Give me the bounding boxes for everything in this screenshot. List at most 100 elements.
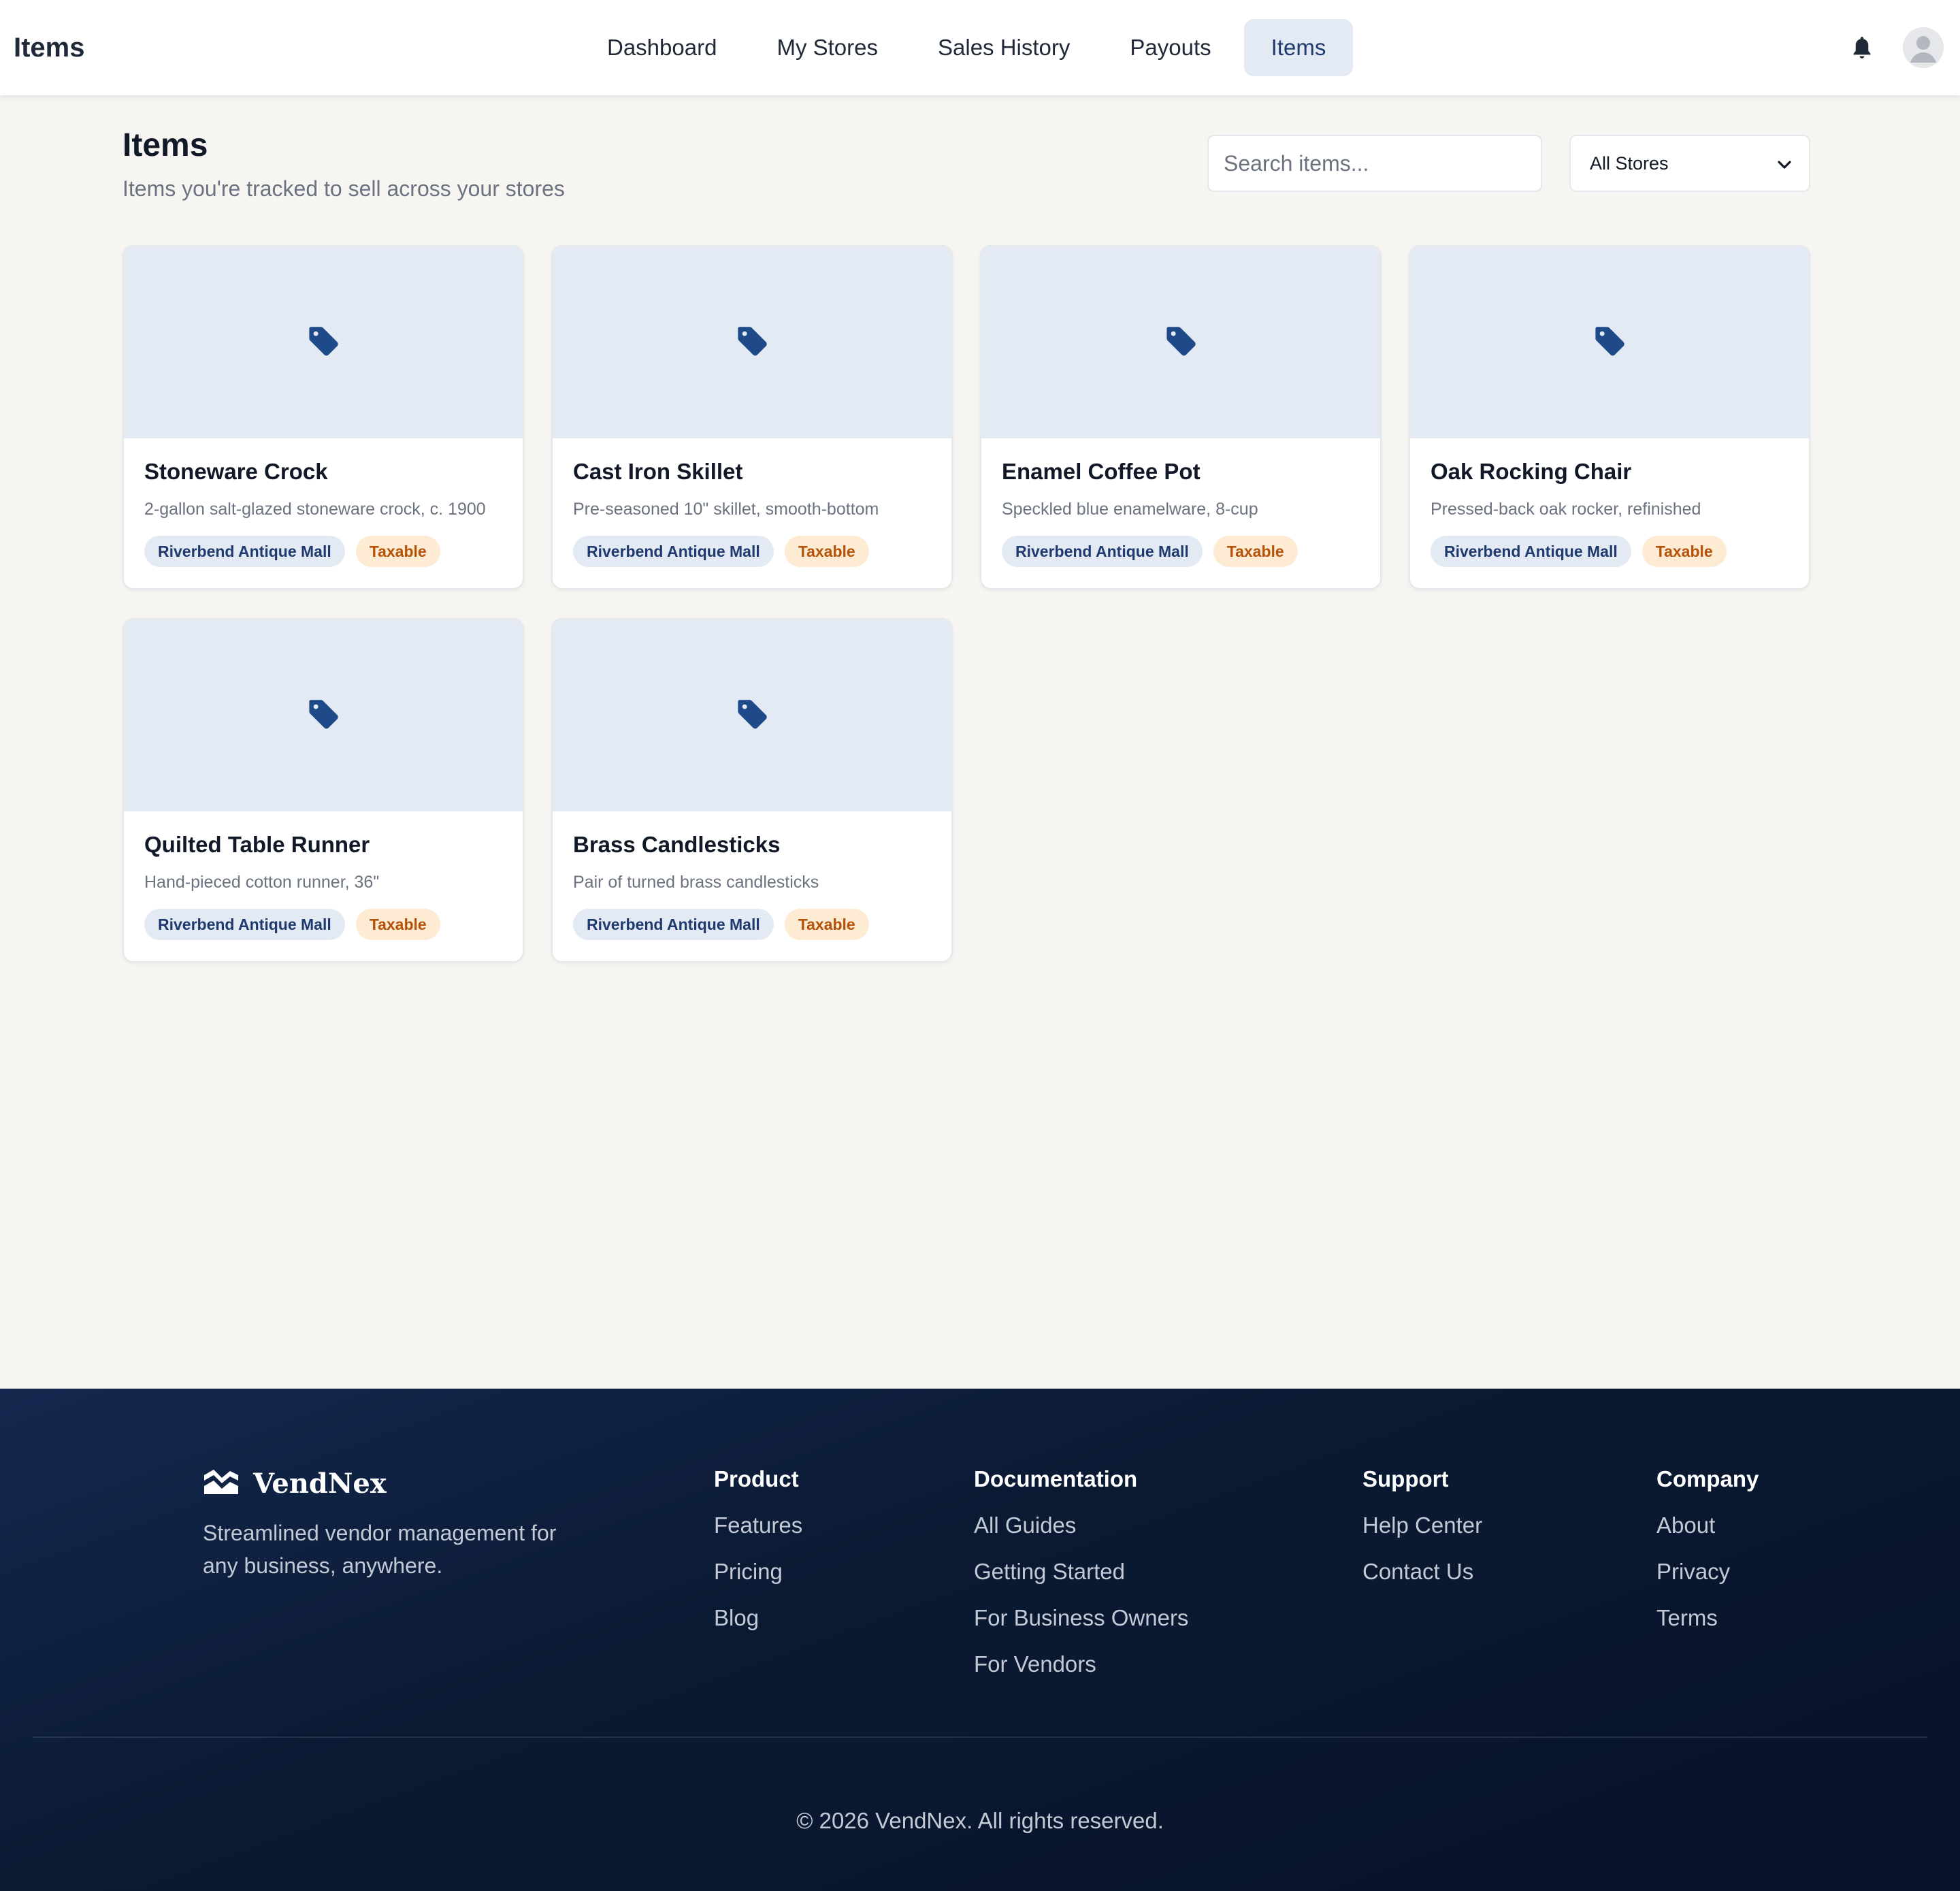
item-card-body: Cast Iron Skillet Pre-seasoned 10" skill… [553, 438, 951, 567]
price-tag-icon [306, 696, 341, 735]
item-tags: Riverbend Antique Mall Taxable [144, 909, 502, 940]
header-actions [1848, 0, 1944, 95]
price-tag-icon [1592, 323, 1627, 362]
price-tag-icon [1163, 323, 1198, 362]
site-footer: VendNex Streamlined vendor management fo… [0, 1389, 1960, 1891]
item-image-placeholder [124, 619, 523, 811]
item-card[interactable]: Oak Rocking Chair Pressed-back oak rocke… [1409, 245, 1810, 589]
item-description: Pressed-back oak rocker, refinished [1431, 500, 1701, 519]
item-description: Pair of turned brass candlesticks [573, 873, 819, 892]
footer-link-privacy[interactable]: Privacy [1656, 1559, 1759, 1585]
footer-column-title: Company [1656, 1466, 1759, 1491]
item-name: Stoneware Crock [144, 459, 328, 484]
nav-my-stores[interactable]: My Stores [749, 19, 905, 76]
footer-link-terms[interactable]: Terms [1656, 1605, 1759, 1631]
app-title: Items [14, 32, 85, 63]
taxable-badge: Taxable [355, 909, 440, 940]
taxable-badge: Taxable [355, 536, 440, 567]
item-image-placeholder [124, 246, 523, 438]
vendnex-logo-icon [203, 1468, 240, 1499]
item-image-placeholder [981, 246, 1380, 438]
footer-column-title: Product [714, 1466, 799, 1491]
item-name: Cast Iron Skillet [573, 459, 743, 484]
price-tag-icon [734, 323, 770, 362]
store-badge: Riverbend Antique Mall [573, 909, 774, 940]
footer-link-for-business-owners[interactable]: For Business Owners [974, 1605, 1188, 1631]
taxable-badge: Taxable [784, 536, 869, 567]
footer-divider [33, 1736, 1927, 1738]
search-input[interactable] [1207, 135, 1542, 192]
item-description: 2-gallon salt-glazed stoneware crock, c.… [144, 500, 486, 519]
store-filter-value: All Stores [1590, 152, 1669, 174]
footer-column-company: Company About Privacy Terms [1656, 1466, 1759, 1651]
price-tag-icon [306, 323, 341, 362]
item-name: Oak Rocking Chair [1431, 459, 1632, 484]
nav-dashboard[interactable]: Dashboard [580, 19, 744, 76]
items-grid: Stoneware Crock 2-gallon salt-glazed sto… [122, 245, 1810, 963]
page-heading: Items Items you're tracked to sell acros… [122, 127, 565, 201]
item-card-body: Brass Candlesticks Pair of turned brass … [553, 811, 951, 940]
item-description: Hand-pieced cotton runner, 36" [144, 873, 380, 892]
copyright-text: © 2026 VendNex. All rights reserved. [796, 1808, 1164, 1833]
item-tags: Riverbend Antique Mall Taxable [573, 536, 931, 567]
item-card[interactable]: Quilted Table Runner Hand-pieced cotton … [122, 618, 524, 963]
footer-link-all-guides[interactable]: All Guides [974, 1513, 1188, 1538]
footer-link-for-vendors[interactable]: For Vendors [974, 1651, 1188, 1677]
nav-items[interactable]: Items [1243, 19, 1354, 76]
footer-column-product: Product Features Pricing Blog [714, 1466, 802, 1651]
page-subtitle: Items you're tracked to sell across your… [122, 176, 565, 201]
item-image-placeholder [553, 246, 951, 438]
footer-column-support: Support Help Center Contact Us [1362, 1466, 1482, 1605]
item-card[interactable]: Cast Iron Skillet Pre-seasoned 10" skill… [551, 245, 953, 589]
taxable-badge: Taxable [1213, 536, 1298, 567]
store-filter-select[interactable]: All Stores [1569, 135, 1810, 192]
taxable-badge: Taxable [1642, 536, 1727, 567]
bell-icon[interactable] [1848, 34, 1876, 61]
store-badge: Riverbend Antique Mall [1431, 536, 1631, 567]
store-badge: Riverbend Antique Mall [573, 536, 774, 567]
page-title: Items [122, 127, 208, 163]
item-tags: Riverbend Antique Mall Taxable [1431, 536, 1788, 567]
footer-link-about[interactable]: About [1656, 1513, 1759, 1538]
brand-name: VendNex [253, 1468, 387, 1500]
price-tag-icon [734, 696, 770, 735]
top-navigation-bar: Items Dashboard My Stores Sales History … [0, 0, 1960, 95]
footer-link-features[interactable]: Features [714, 1513, 802, 1538]
item-description: Speckled blue enamelware, 8-cup [1002, 500, 1258, 519]
item-name: Quilted Table Runner [144, 832, 370, 857]
footer-link-pricing[interactable]: Pricing [714, 1559, 802, 1585]
item-tags: Riverbend Antique Mall Taxable [573, 909, 931, 940]
item-card[interactable]: Enamel Coffee Pot Speckled blue enamelwa… [980, 245, 1382, 589]
footer-column-title: Support [1362, 1466, 1449, 1491]
item-image-placeholder [553, 619, 951, 811]
user-avatar-icon[interactable] [1903, 27, 1944, 68]
item-card-body: Oak Rocking Chair Pressed-back oak rocke… [1410, 438, 1809, 567]
footer-column-title: Documentation [974, 1466, 1138, 1491]
store-badge: Riverbend Antique Mall [1002, 536, 1203, 567]
main-nav: Dashboard My Stores Sales History Payout… [580, 19, 1358, 76]
nav-payouts[interactable]: Payouts [1102, 19, 1238, 76]
taxable-badge: Taxable [784, 909, 869, 940]
footer-link-contact-us[interactable]: Contact Us [1362, 1559, 1482, 1585]
brand-tagline: Streamlined vendor management for any bu… [203, 1521, 557, 1578]
item-name: Enamel Coffee Pot [1002, 459, 1200, 484]
store-badge: Riverbend Antique Mall [144, 909, 345, 940]
item-tags: Riverbend Antique Mall Taxable [144, 536, 502, 567]
footer-column-documentation: Documentation All Guides Getting Started… [974, 1466, 1188, 1698]
item-card-body: Stoneware Crock 2-gallon salt-glazed sto… [124, 438, 523, 567]
store-badge: Riverbend Antique Mall [144, 536, 345, 567]
footer-brand[interactable]: VendNex [203, 1468, 387, 1500]
footer-link-getting-started[interactable]: Getting Started [974, 1559, 1188, 1585]
item-tags: Riverbend Antique Mall Taxable [1002, 536, 1360, 567]
item-card-body: Enamel Coffee Pot Speckled blue enamelwa… [981, 438, 1380, 567]
footer-link-help-center[interactable]: Help Center [1362, 1513, 1482, 1538]
item-image-placeholder [1410, 246, 1809, 438]
chevron-down-icon [1778, 153, 1791, 174]
item-card[interactable]: Stoneware Crock 2-gallon salt-glazed sto… [122, 245, 524, 589]
footer-link-blog[interactable]: Blog [714, 1605, 802, 1631]
item-name: Brass Candlesticks [573, 832, 781, 857]
item-description: Pre-seasoned 10" skillet, smooth-bottom [573, 500, 879, 519]
item-card-body: Quilted Table Runner Hand-pieced cotton … [124, 811, 523, 940]
item-card[interactable]: Brass Candlesticks Pair of turned brass … [551, 618, 953, 963]
nav-sales-history[interactable]: Sales History [911, 19, 1097, 76]
